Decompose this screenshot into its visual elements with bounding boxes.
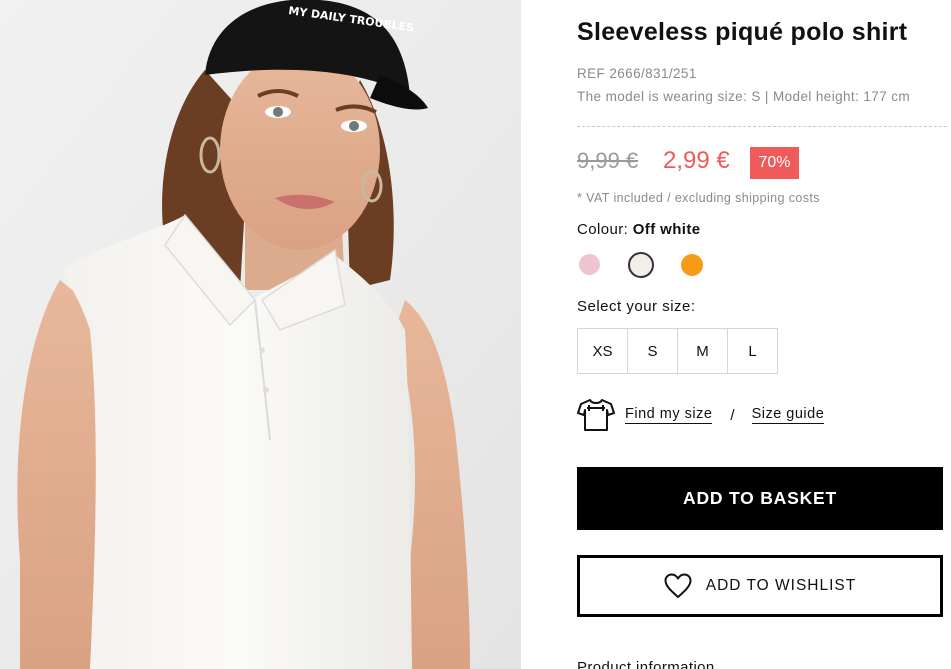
model-size-info: The model is wearing size: S | Model hei… [577,89,911,104]
swatch-pink[interactable] [579,254,600,275]
colour-label: Colour: [577,221,629,238]
colour-selected-value: Off white [632,221,701,238]
find-my-size-link[interactable]: Find my size [625,406,713,424]
swatch-orange[interactable] [681,254,703,276]
product-information-tab[interactable]: Product information [577,659,715,669]
size-selector: XS S M L [577,328,778,374]
add-to-basket-button[interactable]: ADD TO BASKET [577,467,943,530]
size-option-l[interactable]: L [727,328,778,374]
fit-separator: / [730,406,735,424]
wishlist-label: ADD TO WISHLIST [705,577,857,594]
size-option-xs[interactable]: XS [577,328,628,374]
product-info-panel: Sleeveless piqué polo shirt REF 2666/831… [577,0,951,669]
divider [577,126,947,127]
add-to-wishlist-button[interactable]: ADD TO WISHLIST [577,555,943,617]
product-reference: REF 2666/831/251 [577,66,697,81]
size-guide-link[interactable]: Size guide [751,406,825,424]
tshirt-icon [577,399,615,431]
sale-price: 2,99 € [663,147,730,174]
heart-icon [664,573,692,598]
product-title: Sleeveless piqué polo shirt [577,18,908,46]
swatch-off-white[interactable] [628,252,654,278]
size-option-m[interactable]: M [677,328,728,374]
size-label: Select your size: [577,298,696,315]
fit-tools: Find my size / Size guide [577,397,825,433]
colour-heading: Colour: Off white [577,221,701,238]
discount-badge: 70% [750,147,799,179]
colour-swatches [577,252,717,278]
product-image: MY DAILY TROUBLES [0,0,521,669]
vat-note: * VAT included / excluding shipping cost… [577,191,820,205]
size-option-s[interactable]: S [627,328,678,374]
old-price: 9,99 € [577,148,639,173]
